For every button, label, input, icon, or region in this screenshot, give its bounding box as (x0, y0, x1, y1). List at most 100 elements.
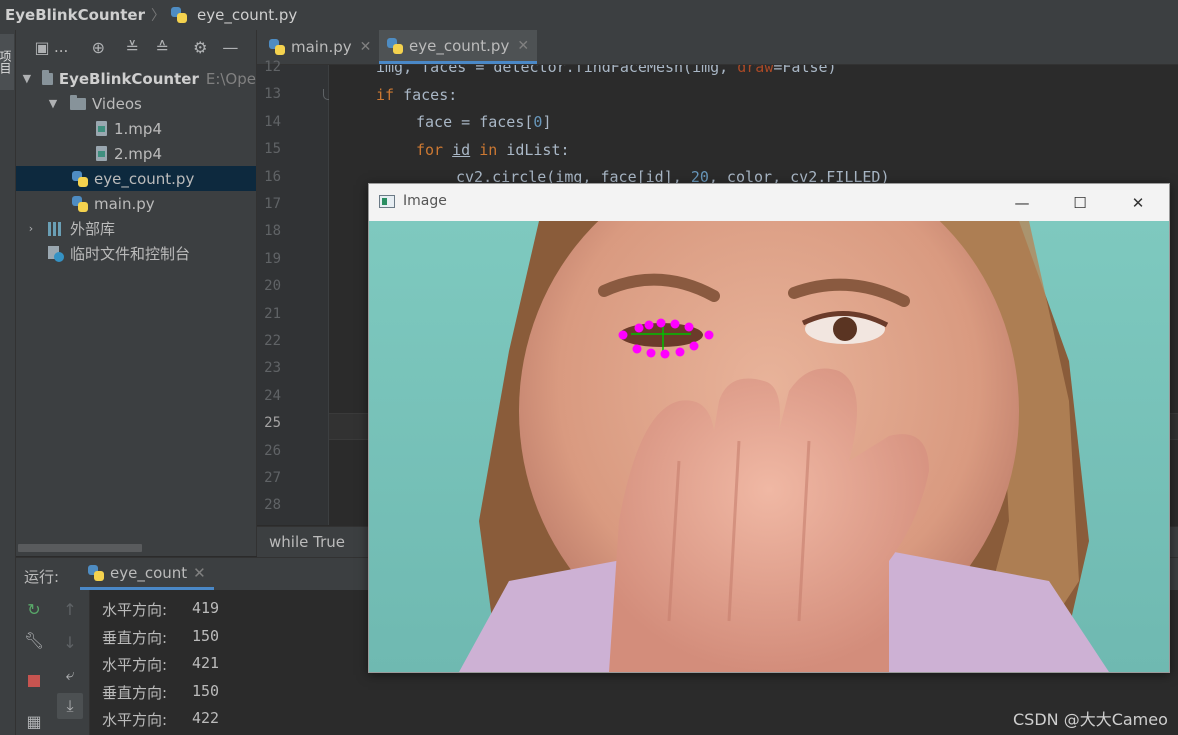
minimize-button[interactable]: — (999, 184, 1045, 221)
wrench-icon[interactable]: 🔧︎ (21, 627, 47, 653)
line-number: 23 (264, 360, 281, 377)
stop-icon[interactable] (21, 668, 47, 694)
rerun-icon[interactable]: ↻ (21, 596, 47, 622)
line-number: 21 (264, 305, 281, 322)
close-button[interactable]: ✕ (1115, 184, 1161, 221)
line-number: 12 (264, 59, 281, 75)
landmark-dot (689, 341, 699, 351)
layout-icon[interactable]: ▦ (21, 708, 47, 734)
line-number: 16 (264, 168, 281, 185)
run-label: 运行: (24, 568, 60, 586)
horizontal-scrollbar[interactable] (18, 544, 142, 552)
landmark-dot (618, 330, 628, 340)
library-icon (48, 221, 64, 236)
landmark-dot (656, 318, 666, 328)
window-app-icon (379, 195, 395, 208)
console-line: 垂直方向: 150 (102, 627, 220, 647)
tree-item-root[interactable]: ▼ EyeBlinkCounter E:\Ope (16, 66, 256, 91)
arrow-down-icon[interactable]: ↓ (57, 629, 83, 655)
locate-icon[interactable]: ⊕ (86, 35, 110, 59)
project-toolbar: ▣ ... ⊕ ≚ ≙ ⚙ — (16, 30, 256, 64)
run-toolbar-secondary: ↑ ↓ ⤶ ⤓ (52, 590, 90, 735)
run-tab[interactable]: eye_count ✕ (80, 558, 214, 590)
close-icon[interactable]: ✕ (517, 38, 529, 54)
expand-all-icon[interactable]: ≚ (120, 35, 144, 59)
landmark-dot (684, 322, 694, 332)
python-file-icon (88, 564, 104, 581)
python-file-icon (72, 170, 88, 187)
tab-eye-count-py[interactable]: eye_count.py ✕ (379, 30, 538, 64)
scroll-to-end-icon[interactable]: ⤓ (57, 693, 83, 719)
breadcrumb-separator-icon: 〉 (150, 8, 165, 24)
run-toolbar-primary: ↻ 🔧︎ ▦ (16, 590, 52, 735)
tree-item-videos[interactable]: ▼ Videos (16, 91, 256, 116)
line-number: 13 (264, 86, 281, 103)
soft-wrap-icon[interactable]: ⤶ (57, 662, 83, 688)
collapse-all-icon[interactable]: ≙ (150, 35, 174, 59)
console-line: 水平方向: 422 (102, 709, 220, 729)
run-tab-label: eye_count (110, 563, 188, 582)
video-file-icon (96, 121, 107, 136)
close-icon[interactable]: ✕ (360, 39, 372, 55)
arrow-up-icon[interactable]: ↑ (57, 596, 83, 622)
console-line: 水平方向: 419 (102, 599, 220, 619)
breadcrumb-file[interactable]: eye_count.py (197, 6, 297, 24)
project-tool-tab[interactable]: 项目 (0, 34, 14, 90)
chevron-down-icon[interactable]: ▼ (46, 97, 60, 110)
landmark-dot (632, 344, 642, 354)
image-window-title: Image (403, 193, 447, 209)
chevron-down-icon[interactable]: ▼ (22, 72, 32, 85)
line-number: 27 (264, 470, 281, 486)
breadcrumb-project[interactable]: EyeBlinkCounter (5, 6, 145, 24)
landmark-dot (704, 330, 714, 340)
project-panel: ▣ ... ⊕ ≚ ≙ ⚙ — ▼ EyeBlinkCounter E:\Ope… (16, 30, 257, 556)
tab-label: main.py (291, 38, 352, 56)
project-view-dropdown[interactable]: ... (54, 38, 68, 56)
project-path: E:\Ope (205, 69, 256, 88)
chevron-right-icon[interactable]: › (24, 222, 38, 235)
console-line: 水平方向: 421 (102, 654, 220, 674)
tree-item-file[interactable]: main.py (16, 191, 256, 216)
top-breadcrumb: EyeBlinkCounter 〉 eye_count.py (0, 0, 1178, 31)
tree-item-label: 临时文件和控制台 (70, 245, 191, 263)
code-line-12: img, faces = detector.findFaceMesh(img, … (376, 65, 837, 76)
python-file-icon (72, 195, 88, 212)
image-window[interactable]: Image — ☐ ✕ (368, 183, 1170, 673)
tree-item-file[interactable]: eye_count.py (16, 166, 256, 191)
line-number: 22 (264, 333, 281, 349)
line-number-gutter: 12 13 14 15 16 17 18 19 20 21 22 23 24 25 26 27 28 (257, 59, 335, 525)
maximize-button[interactable]: ☐ (1057, 184, 1103, 221)
tree-item-label: EyeBlinkCounter (58, 69, 199, 88)
tree-item-external-libs[interactable]: › 外部库 (16, 216, 256, 241)
webcam-image (369, 221, 1169, 672)
python-file-icon (269, 39, 285, 55)
line-number: 28 (264, 497, 281, 514)
gear-icon[interactable]: ⚙ (188, 35, 212, 59)
code-line-15: for id in idList: (416, 141, 570, 159)
tree-item-scratches[interactable]: 临时文件和控制台 (16, 241, 256, 266)
panel-layout-icon[interactable]: ▣ (30, 35, 54, 59)
line-number: 19 (264, 250, 281, 267)
tree-item-label: 2.mp4 (114, 144, 162, 163)
landmark-dot (646, 348, 656, 358)
folder-icon (70, 94, 86, 110)
code-line-13: if faces: (376, 86, 458, 104)
line-number: 24 (264, 387, 281, 404)
image-window-titlebar[interactable]: Image — ☐ ✕ (369, 184, 1169, 221)
code-line-14: face = faces[0] (416, 113, 552, 131)
tree-item-label: 外部库 (70, 220, 116, 238)
landmark-dot (675, 347, 685, 357)
python-file-icon (387, 37, 403, 54)
tree-item-file[interactable]: 1.mp4 (16, 116, 256, 141)
landmark-dot (644, 320, 654, 330)
code-breadcrumb[interactable]: while True (269, 533, 345, 551)
line-number: 17 (264, 196, 281, 212)
tree-item-file[interactable]: 2.mp4 (16, 141, 256, 166)
line-number: 26 (264, 442, 281, 459)
close-icon[interactable]: ✕ (193, 564, 206, 582)
folder-icon (41, 69, 53, 85)
hide-panel-icon[interactable]: — (218, 35, 242, 59)
tree-item-label: main.py (94, 194, 155, 213)
tab-label: eye_count.py (409, 36, 510, 55)
left-tool-strip: 项目 (0, 30, 16, 735)
